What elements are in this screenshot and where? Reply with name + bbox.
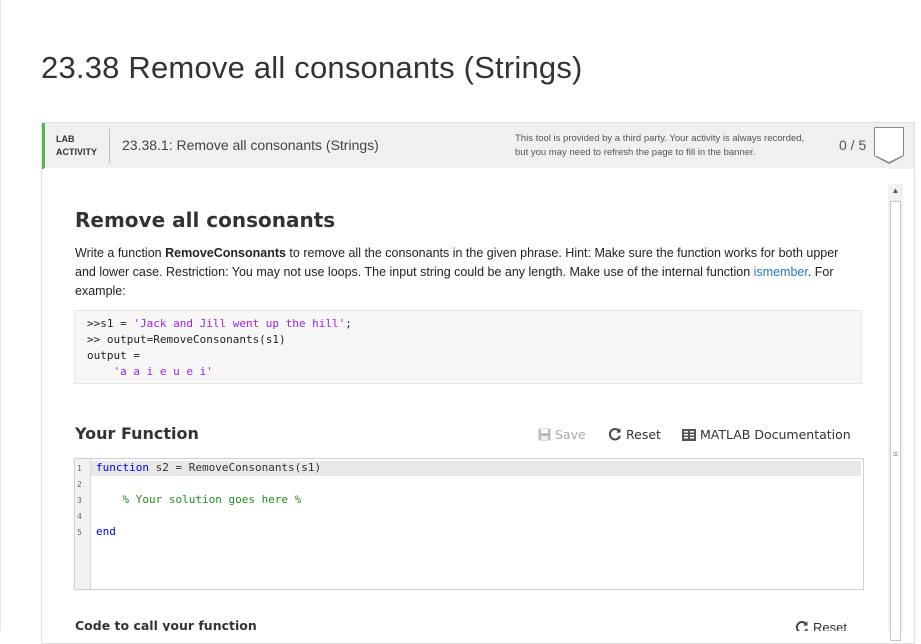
example-code: >>s1 = 'Jack and Jill went up the hill';… — [87, 316, 352, 380]
reset-label: Reset — [626, 427, 661, 442]
page-left-border — [0, 0, 1, 631]
lab-activity-name: 23.38.1: Remove all consonants (Strings) — [122, 137, 379, 153]
desc-text-1: Write a function — [75, 246, 166, 260]
example-line4: 'a a i e u e i' — [87, 365, 213, 378]
line-number-gutter: 1 2 3 4 5 — [75, 459, 91, 589]
page-title: 23.38 Remove all consonants (Strings) — [41, 50, 583, 85]
scroll-grip-icon: ≡ — [892, 449, 899, 459]
call-code-heading: Code to call your function — [75, 618, 257, 631]
example-line1-prefix: >>s1 = — [87, 317, 134, 330]
matlab-documentation-button[interactable]: MATLAB Documentation — [682, 427, 851, 444]
score-badge-icon — [874, 127, 904, 164]
code-line-1[interactable]: function s2 = RemoveConsonants(s1) — [96, 460, 321, 476]
ismember-link[interactable]: ismember — [754, 265, 808, 279]
third-party-notice: This tool is provided by a third party. … — [515, 132, 804, 160]
problem-heading: Remove all consonants — [75, 208, 336, 232]
example-line2: >> output=RemoveConsonants(s1) — [87, 333, 286, 346]
score-text: 0 / 5 — [839, 137, 867, 153]
notice-line1: This tool is provided by a third party. … — [515, 133, 805, 144]
call-reset-button[interactable]: Reset — [795, 620, 847, 631]
function-code-editor[interactable]: 1 2 3 4 5 function s2 = RemoveConsonants… — [74, 458, 864, 590]
function-keyword: function — [96, 461, 149, 474]
problem-description: Write a function RemoveConsonants to rem… — [75, 244, 855, 301]
lab-accent-bar — [42, 123, 45, 169]
save-button[interactable]: Save — [538, 427, 586, 444]
call-reset-label: Reset — [813, 620, 847, 631]
lab-tag-divider — [109, 129, 110, 163]
reset-button[interactable]: Reset — [608, 427, 661, 444]
line-number: 2 — [77, 480, 82, 489]
line-number: 3 — [77, 496, 82, 505]
line-number: 1 — [77, 464, 82, 473]
lab-activity-tag: LAB ACTIVITY — [56, 133, 97, 159]
function-signature: s2 = RemoveConsonants(s1) — [148, 461, 322, 474]
code-line-5[interactable]: end — [96, 524, 116, 540]
notice-line2: but you may need to refresh the page to … — [515, 147, 756, 158]
activity-frame[interactable]: Remove all consonants Write a function R… — [44, 168, 888, 631]
reset-icon — [795, 620, 809, 631]
line-number: 5 — [77, 528, 82, 537]
scrollbar-thumb[interactable]: ≡ — [890, 201, 901, 641]
documentation-icon — [682, 429, 696, 444]
save-label: Save — [555, 427, 586, 442]
lab-tag-line1: LAB — [56, 134, 75, 144]
code-line-3[interactable]: % Your solution goes here % — [96, 492, 301, 508]
example-line1-string: 'Jack and Jill went up the hill' — [133, 317, 346, 330]
lab-tag-line2: ACTIVITY — [56, 147, 98, 157]
documentation-label: MATLAB Documentation — [700, 427, 851, 442]
lab-header: LAB ACTIVITY 23.38.1: Remove all consona… — [42, 123, 914, 169]
your-function-heading: Your Function — [75, 424, 199, 443]
line-number: 4 — [77, 512, 82, 521]
save-icon — [538, 428, 551, 444]
example-line1-suffix: ; — [345, 317, 352, 330]
example-code-block: >>s1 = 'Jack and Jill went up the hill';… — [74, 310, 862, 384]
desc-function-name: RemoveConsonants — [165, 246, 286, 260]
reset-icon — [608, 427, 622, 444]
scroll-up-icon[interactable]: ▲ — [888, 184, 903, 198]
example-line3: output = — [87, 349, 140, 362]
vertical-scrollbar[interactable]: ▲ ≡ — [888, 184, 903, 641]
